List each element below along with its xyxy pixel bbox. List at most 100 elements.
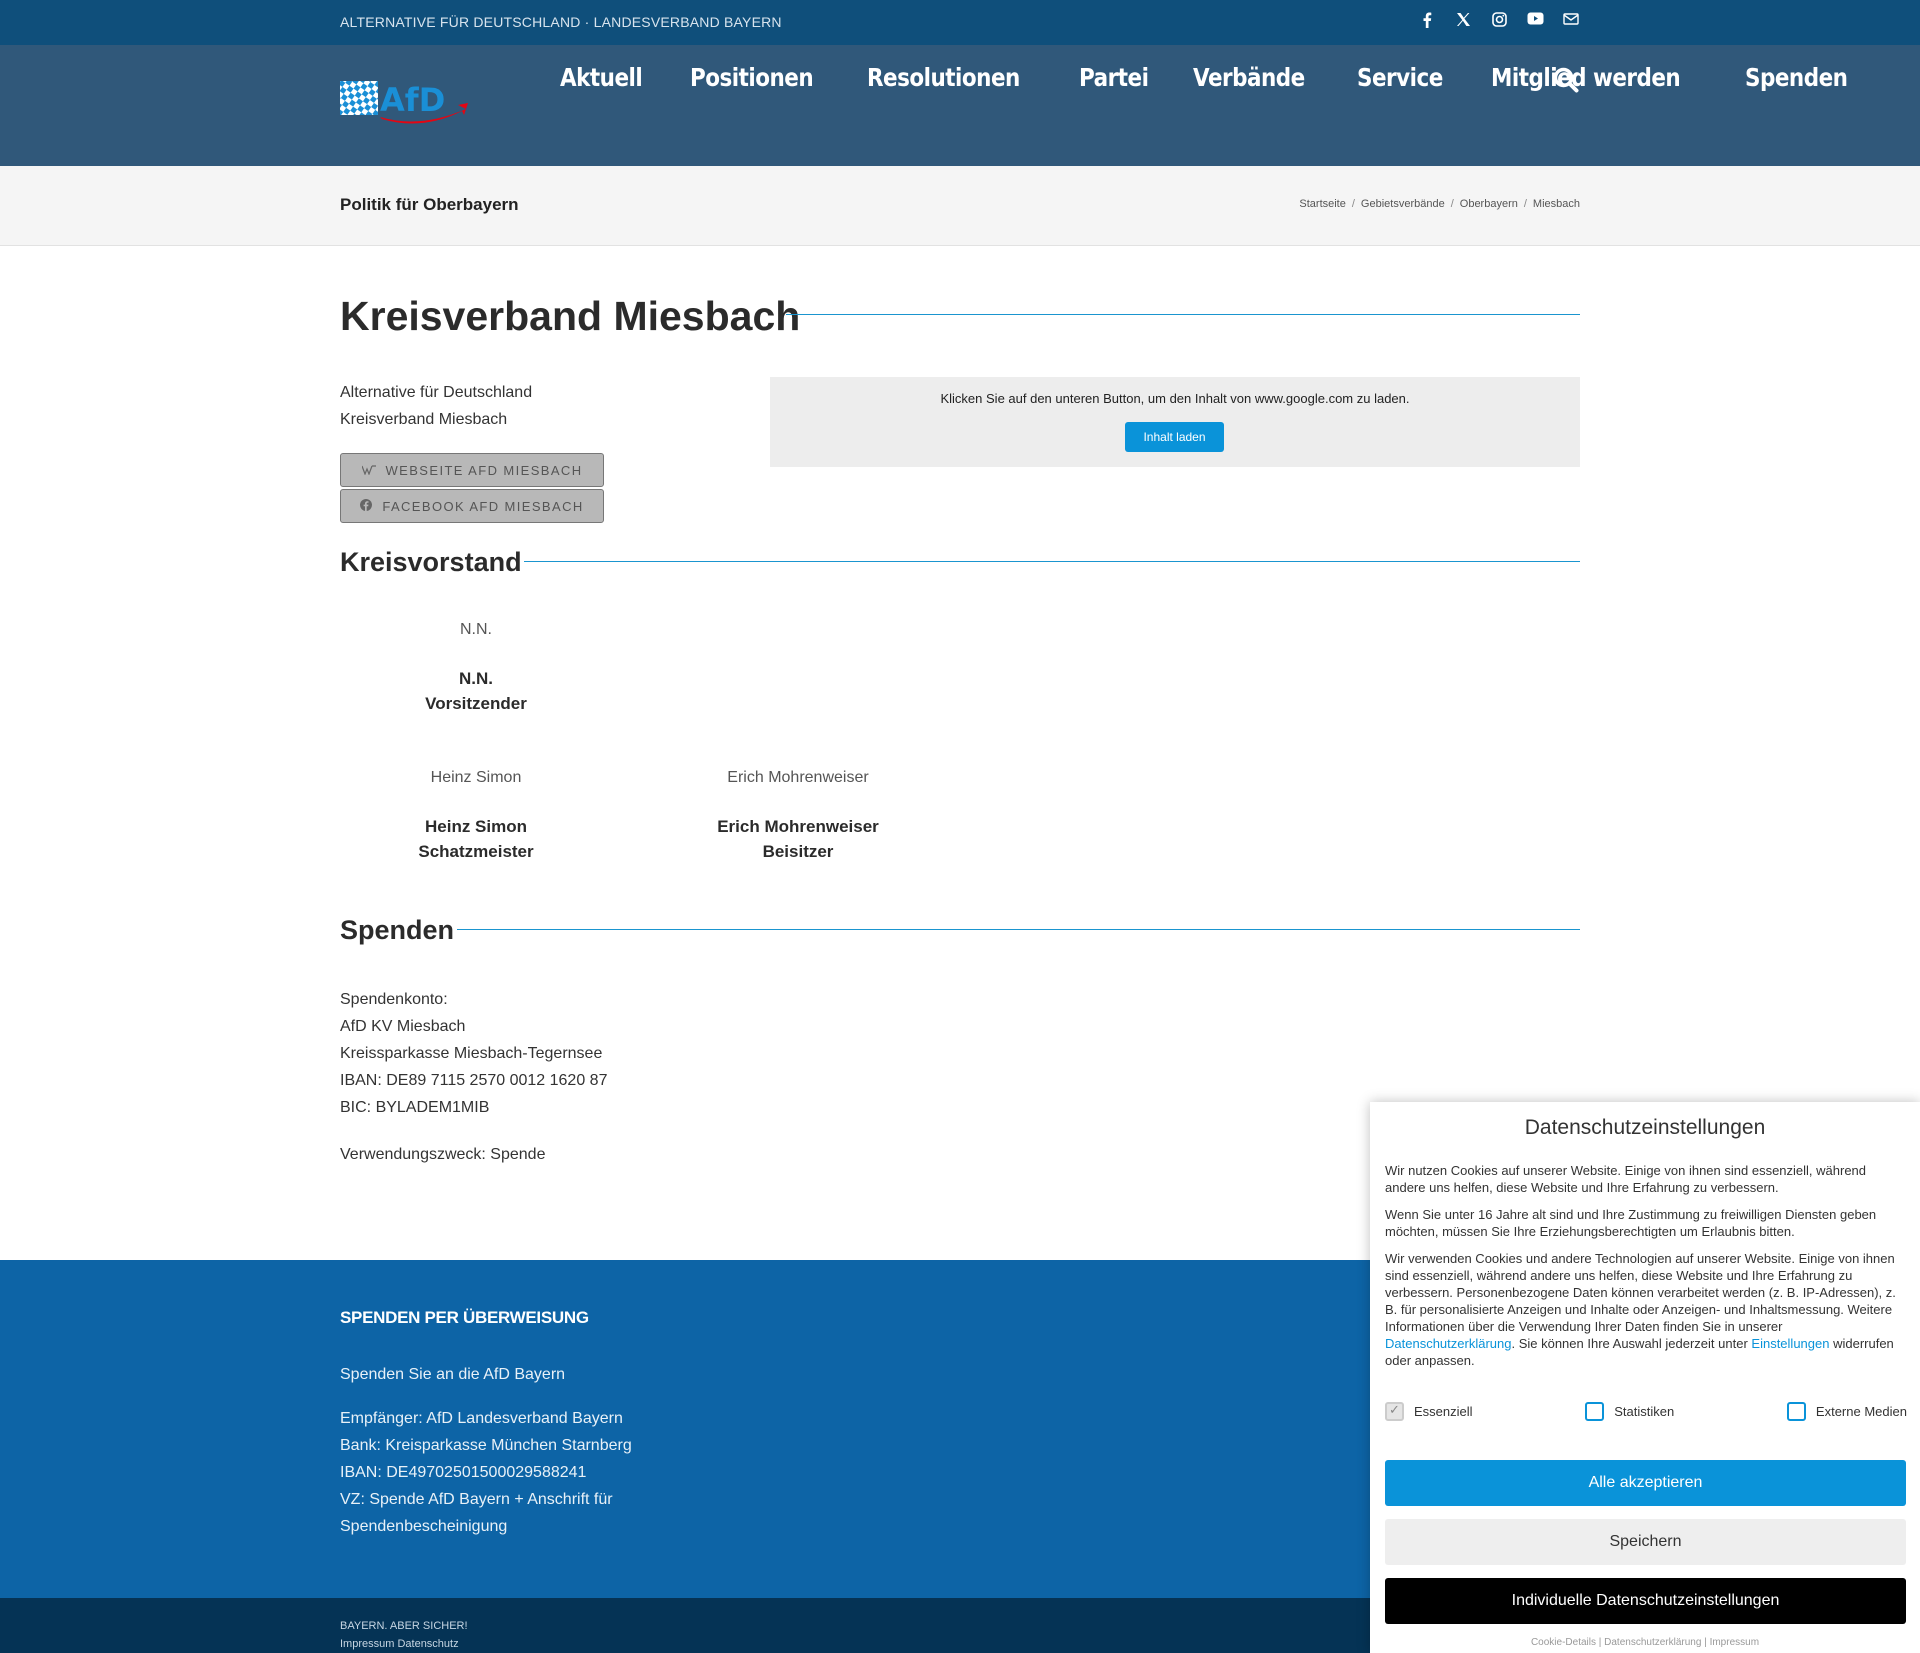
board-member: Heinz Simon Heinz Simon Schatzmeister bbox=[376, 765, 576, 864]
statistics-checkbox[interactable] bbox=[1585, 1402, 1605, 1421]
x-icon[interactable] bbox=[1454, 12, 1472, 32]
facebook-icon[interactable] bbox=[1418, 12, 1436, 32]
cookie-footer-links: Cookie-Details | Datenschutzerklärung | … bbox=[1530, 1637, 1760, 1648]
board-member: Erich Mohrenweiser Erich Mohrenweiser Be… bbox=[678, 765, 918, 864]
breadcrumb-oberbayern[interactable]: Oberbayern bbox=[1460, 198, 1518, 210]
privacy-policy-link[interactable]: Datenschutzerklärung bbox=[1385, 1336, 1511, 1351]
member-role: Vorsitzender bbox=[425, 694, 527, 713]
donation-heading-divider bbox=[457, 929, 1580, 930]
cookie-consent-panel: Datenschutzeinstellungen Wir nutzen Cook… bbox=[1370, 1102, 1920, 1653]
afd-logo[interactable]: AfD bbox=[340, 73, 470, 129]
cookie-paragraph: Wir verwenden Cookies und andere Technol… bbox=[1385, 1250, 1907, 1369]
footer-legal-links[interactable]: Impressum Datenschutz bbox=[340, 1638, 459, 1650]
footer-line: IBAN: DE4970250150002958824​1 bbox=[340, 1464, 587, 1481]
breadcrumb-gebietsverbaende[interactable]: Gebietsverbände bbox=[1361, 198, 1445, 210]
main-header: AfD Aktuell Positionen Resolutionen Part… bbox=[0, 45, 1920, 166]
main-nav: Aktuell Positionen Resolutionen Partei V… bbox=[560, 63, 1898, 93]
wordpress-icon bbox=[360, 463, 376, 478]
heading-divider bbox=[786, 314, 1580, 315]
footer-line: Spendenbescheinigung bbox=[340, 1518, 508, 1535]
board-heading-divider bbox=[524, 561, 1580, 562]
footer-slogan: BAYERN. ABER SICHER! bbox=[340, 1620, 468, 1632]
donation-line: Kreissparkasse Miesbach-Tegernsee bbox=[340, 1045, 603, 1062]
search-icon[interactable] bbox=[1553, 67, 1579, 98]
accept-all-button[interactable]: Alle akzeptieren bbox=[1385, 1460, 1906, 1506]
load-content-button[interactable]: Inhalt laden bbox=[1125, 422, 1224, 452]
footer-title: SPENDEN PER ÜBERWEISUNG bbox=[340, 1308, 589, 1327]
category-statistics[interactable]: Statistiken bbox=[1585, 1402, 1674, 1421]
facebook-icon bbox=[360, 498, 373, 514]
external-media-checkbox[interactable] bbox=[1786, 1402, 1806, 1421]
breadcrumb-separator: / bbox=[1450, 198, 1454, 210]
website-button[interactable]: WEBSEITE AFD MIESBACH bbox=[340, 453, 604, 487]
cookie-title: Datenschutzeinstellungen bbox=[1524, 1116, 1766, 1139]
map-consent-text: Klicken Sie auf den unteren Button, um d… bbox=[940, 391, 1410, 406]
imprint-link[interactable]: Impressum bbox=[1710, 1637, 1759, 1648]
category-label: Statistiken bbox=[1614, 1404, 1675, 1419]
board-heading: Kreisvorstand bbox=[340, 547, 522, 577]
cookie-text: Wir verwenden Cookies und andere Technol… bbox=[1385, 1251, 1896, 1334]
youtube-icon[interactable] bbox=[1526, 12, 1544, 32]
category-label: Essenziell bbox=[1414, 1404, 1473, 1419]
footer-line: VZ: Spende AfD Bayern + Anschrift für bbox=[340, 1491, 613, 1508]
intro-text: Alternative für Deutschland Kreisverband… bbox=[340, 379, 532, 433]
donation-line: IBAN: DE89 7115 2570 0012 1620 87 bbox=[340, 1072, 608, 1089]
nav-item-spenden[interactable]: Spenden bbox=[1745, 63, 1848, 92]
intro-line-1: Alternative für Deutschland bbox=[340, 384, 533, 401]
nav-item-positionen[interactable]: Positionen bbox=[690, 63, 814, 92]
cookie-text: . Sie können Ihre Auswahl jederzeit unte… bbox=[1511, 1336, 1752, 1351]
facebook-button-label: FACEBOOK AFD MIESBACH bbox=[382, 498, 584, 514]
donation-line: BIC: BYLADEM1MIB bbox=[340, 1099, 490, 1116]
member-image-broken: Erich Mohrenweiser bbox=[727, 769, 869, 786]
page-title: Politik für Oberbayern bbox=[340, 195, 519, 214]
nav-item-mitglied-werden[interactable]: Mitglied werden bbox=[1491, 63, 1681, 92]
nav-item-service[interactable]: Service bbox=[1357, 63, 1443, 92]
footer-line: Bank: Kreisparkasse München Starnberg bbox=[340, 1437, 632, 1454]
nav-item-aktuell[interactable]: Aktuell bbox=[560, 63, 643, 92]
intro-line-2: Kreisverband Miesbach bbox=[340, 411, 508, 428]
cookie-body: Wir nutzen Cookies auf unserer Website. … bbox=[1385, 1162, 1907, 1379]
category-external-media[interactable]: Externe Medien bbox=[1786, 1402, 1907, 1421]
main-heading: Kreisverband Miesbach bbox=[340, 293, 801, 339]
instagram-icon[interactable] bbox=[1490, 12, 1508, 32]
breadcrumb-separator: / bbox=[1523, 198, 1527, 210]
member-role: Schatzmeister bbox=[418, 842, 534, 861]
nav-item-partei[interactable]: Partei bbox=[1079, 63, 1149, 92]
nav-item-resolutionen[interactable]: Resolutionen bbox=[867, 63, 1020, 92]
category-label: Externe Medien bbox=[1815, 1404, 1907, 1419]
member-image-broken: Heinz Simon bbox=[430, 769, 522, 786]
breadcrumb: Startseite / Gebietsverbände / Oberbayer… bbox=[1299, 198, 1580, 210]
top-bar: ALTERNATIVE FÜR DEUTSCHLAND · LANDESVERB… bbox=[0, 0, 1920, 45]
facebook-button[interactable]: FACEBOOK AFD MIESBACH bbox=[340, 489, 604, 523]
board-member: N.N. N.N. Vorsitzender bbox=[376, 617, 576, 716]
footer-intro: Spenden Sie an die AfD Bayern bbox=[340, 1366, 566, 1383]
category-essential: Essenziell bbox=[1385, 1402, 1473, 1421]
privacy-link[interactable]: Datenschutzerklärung bbox=[1604, 1637, 1701, 1648]
member-name: N.N. bbox=[459, 669, 493, 688]
website-button-label: WEBSEITE AFD MIESBACH bbox=[385, 462, 583, 478]
donation-purpose: Verwendungszweck: Spende bbox=[340, 1146, 546, 1163]
nav-item-verbaende[interactable]: Verbände bbox=[1193, 63, 1305, 92]
svg-text:AfD: AfD bbox=[380, 81, 445, 119]
cookie-paragraph: Wir nutzen Cookies auf unserer Website. … bbox=[1385, 1163, 1867, 1195]
donation-line: Spendenkonto: bbox=[340, 991, 448, 1008]
settings-link[interactable]: Einstellungen bbox=[1751, 1336, 1829, 1351]
breadcrumb-miesbach: Miesbach bbox=[1532, 198, 1580, 210]
breadcrumb-separator: / bbox=[1351, 198, 1355, 210]
mail-icon[interactable] bbox=[1562, 12, 1580, 32]
social-links bbox=[1418, 12, 1580, 32]
member-role: Beisitzer bbox=[762, 842, 834, 861]
cookie-details-link[interactable]: Cookie-Details bbox=[1531, 1637, 1596, 1648]
essential-checkbox bbox=[1385, 1402, 1404, 1421]
individual-settings-button[interactable]: Individuelle Datenschutzeinstellungen bbox=[1385, 1578, 1906, 1624]
member-name: Heinz Simon bbox=[424, 817, 527, 836]
donation-info: Spendenkonto: AfD KV Miesbach Kreisspark… bbox=[340, 986, 607, 1168]
donation-heading: Spenden bbox=[340, 915, 455, 945]
breadcrumb-startseite[interactable]: Startseite bbox=[1299, 198, 1345, 210]
page-title-bar: Politik für Oberbayern Startseite / Gebi… bbox=[0, 166, 1920, 246]
footer-donation-info: Spenden Sie an die AfD Bayern Empfänger:… bbox=[340, 1361, 632, 1540]
map-consent-placeholder: Klicken Sie auf den unteren Button, um d… bbox=[770, 377, 1580, 467]
cookie-paragraph: Wenn Sie unter 16 Jahre alt sind und Ihr… bbox=[1385, 1207, 1877, 1239]
donation-line: AfD KV Miesbach bbox=[340, 1018, 466, 1035]
save-button[interactable]: Speichern bbox=[1385, 1519, 1906, 1565]
